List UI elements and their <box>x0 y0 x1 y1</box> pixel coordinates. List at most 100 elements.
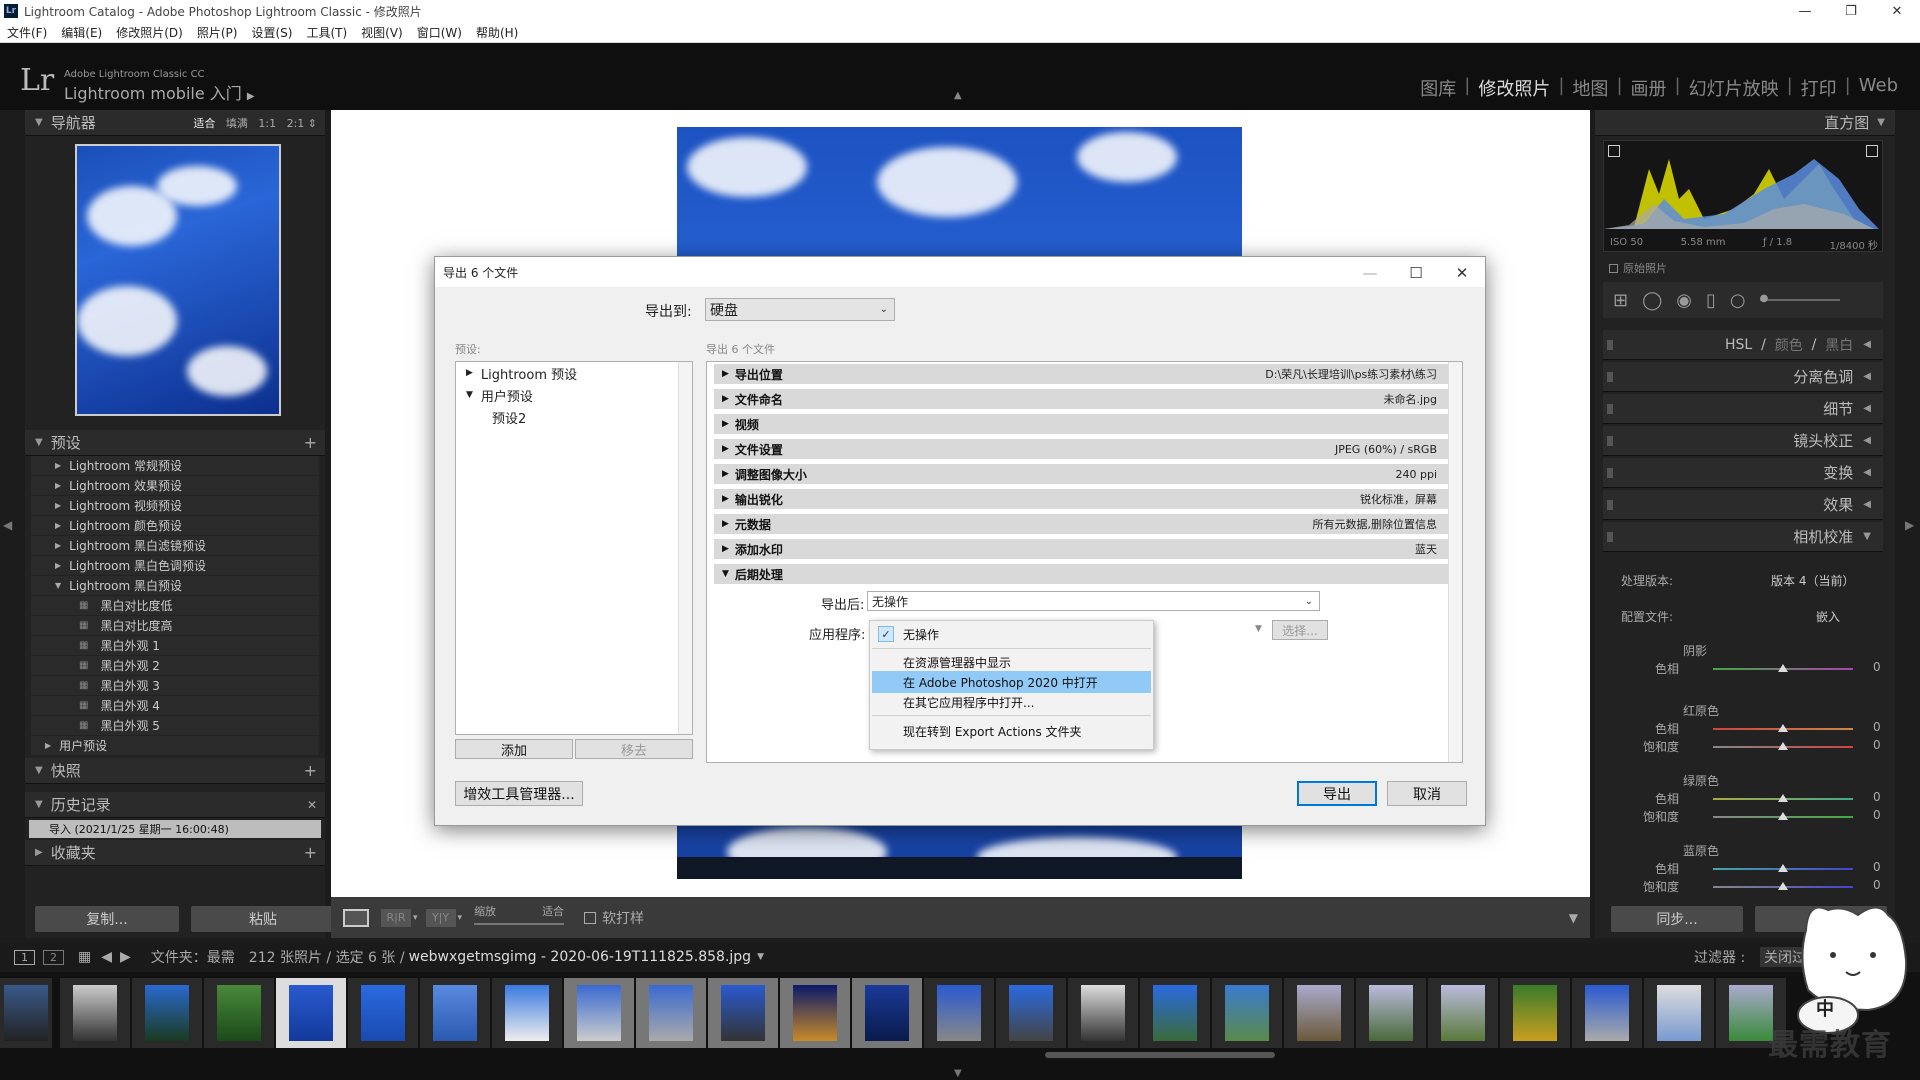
plugin-manager-button[interactable]: 增效工具管理器... <box>455 781 583 806</box>
remove-preset-button[interactable]: 移去 <box>575 739 693 759</box>
before-after-icon[interactable]: R|R <box>381 908 411 927</box>
snapshots-header[interactable]: ▼ 快照 + <box>25 758 325 784</box>
back-icon[interactable]: ◀ <box>101 949 112 965</box>
dialog-minimize-button[interactable]: — <box>1347 257 1393 288</box>
preset-group[interactable]: Lightroom 黑白色调预设 <box>31 556 319 576</box>
film-thumb[interactable] <box>1140 978 1210 1048</box>
histogram[interactable]: ISO 50 5.58 mm ƒ / 1.8 1/8400 秒 <box>1603 140 1883 252</box>
preset-item[interactable]: 黑白对比度高 <box>31 616 319 636</box>
slider-knob[interactable] <box>1778 864 1788 872</box>
film-thumb-selected[interactable] <box>636 978 706 1048</box>
module-book[interactable]: 画册 <box>1623 75 1675 101</box>
section-post-processing[interactable]: ▼ 后期处理 <box>714 564 1449 586</box>
process-select[interactable]: 版本 4（当前） <box>1771 572 1854 589</box>
add-preset-button[interactable]: 添加 <box>455 739 573 759</box>
maximize-button[interactable]: ❐ <box>1828 0 1874 22</box>
module-map[interactable]: 地图 <box>1564 75 1616 101</box>
film-thumb[interactable] <box>1068 978 1138 1048</box>
slider-value[interactable]: 0 <box>1873 660 1881 674</box>
section-file-naming[interactable]: ▶ 文件命名 未命名.jpg <box>714 389 1449 411</box>
filmstrip-scrollbar[interactable] <box>1045 1052 1275 1058</box>
zoom-slider[interactable] <box>474 922 565 925</box>
sync-button[interactable]: 同步... <box>1611 906 1743 932</box>
film-thumb[interactable] <box>420 978 490 1048</box>
section-video[interactable]: ▶ 视频 <box>714 414 1449 436</box>
effects-header[interactable]: 效果 ◀ <box>1603 490 1883 520</box>
current-file[interactable]: webwxgetmsgimg - 2020-06-19T111825.858.j… <box>409 949 752 965</box>
profile-select[interactable]: 嵌入 <box>1816 608 1840 625</box>
preset-item[interactable]: 黑白外观 3 <box>31 676 319 696</box>
color-tab[interactable]: 颜色 <box>1775 335 1803 355</box>
swap-chevron-icon[interactable]: ▾ <box>458 913 463 923</box>
menu-file[interactable]: 文件(F) <box>0 24 54 41</box>
menu-photo[interactable]: 照片(P) <box>190 24 245 41</box>
section-metadata[interactable]: ▶ 元数据 所有元数据,删除位置信息 <box>714 514 1449 536</box>
film-thumb[interactable] <box>204 978 274 1048</box>
zoom-control[interactable]: 缩放 适合 <box>474 903 565 933</box>
slider-knob[interactable] <box>1778 664 1788 672</box>
presets-header[interactable]: ▼ 预设 + <box>25 430 325 456</box>
dropdown-option-export-actions[interactable]: 现在转到 Export Actions 文件夹 <box>872 720 1151 742</box>
hsl-tab[interactable]: HSL <box>1725 337 1752 353</box>
history-entry[interactable]: 导入 (2021/1/25 星期一 16:00:48) <box>29 820 321 838</box>
choose-app-button[interactable]: 选择... <box>1272 620 1328 640</box>
tree-node-lightroom-presets[interactable]: ▶ Lightroom 预设 <box>456 362 692 384</box>
menu-window[interactable]: 窗口(W) <box>410 24 469 41</box>
grid-view-icon[interactable]: ▦ <box>78 949 91 965</box>
green-sat-slider[interactable] <box>1713 812 1853 820</box>
collapse-top-icon[interactable]: ▲ <box>954 90 962 101</box>
slider-knob[interactable] <box>1778 742 1788 750</box>
add-snapshot-icon[interactable]: + <box>304 761 317 780</box>
slider-knob[interactable] <box>1778 882 1788 890</box>
brush-slider[interactable]: ● <box>1759 293 1840 304</box>
module-web[interactable]: Web <box>1851 75 1906 101</box>
spot-removal-icon[interactable]: ◯ <box>1642 290 1662 311</box>
close-window-button[interactable]: ✕ <box>1874 0 1920 22</box>
green-hue-slider[interactable] <box>1713 794 1853 802</box>
zoom-2-1[interactable]: 2:1 <box>287 117 305 130</box>
film-thumb[interactable] <box>1644 978 1714 1048</box>
dropdown-option-open-photoshop[interactable]: 在 Adobe Photoshop 2020 中打开 <box>872 671 1151 693</box>
film-thumb[interactable] <box>996 978 1066 1048</box>
preset-group[interactable]: Lightroom 黑白滤镜预设 <box>31 536 319 556</box>
film-thumb[interactable] <box>0 978 52 1048</box>
slider-value[interactable]: 0 <box>1873 738 1881 752</box>
shadow-tint-slider[interactable] <box>1713 664 1853 672</box>
tree-scrollbar[interactable] <box>678 362 692 734</box>
paste-button[interactable]: 粘贴 <box>191 906 335 932</box>
softproof-checkbox[interactable] <box>584 911 597 924</box>
module-slideshow[interactable]: 幻灯片放映 <box>1681 75 1787 101</box>
film-thumb[interactable] <box>1356 978 1426 1048</box>
film-thumb[interactable] <box>348 978 418 1048</box>
film-thumb-selected[interactable] <box>780 978 850 1048</box>
section-watermark[interactable]: ▶ 添加水印 蓝天 <box>714 539 1449 561</box>
film-thumb-active[interactable] <box>276 978 346 1048</box>
menu-tools[interactable]: 工具(T) <box>299 24 354 41</box>
file-chevron-icon[interactable]: ▼ <box>757 952 764 962</box>
radial-filter-icon[interactable]: ○ <box>1730 290 1746 311</box>
tree-node-user-presets[interactable]: ▼ 用户预设 <box>456 384 692 406</box>
film-thumb[interactable] <box>1428 978 1498 1048</box>
graduated-filter-icon[interactable]: ▯ <box>1706 290 1716 311</box>
export-button[interactable]: 导出 <box>1297 781 1377 806</box>
film-thumb[interactable] <box>1572 978 1642 1048</box>
crop-tool-icon[interactable]: ⊞ <box>1613 290 1628 311</box>
shadow-clip-icon[interactable] <box>1608 145 1620 157</box>
film-thumb[interactable] <box>1284 978 1354 1048</box>
red-eye-icon[interactable]: ◉ <box>1676 290 1692 311</box>
section-output-sharpening[interactable]: ▶ 输出锐化 锐化标准，屏幕 <box>714 489 1449 511</box>
add-preset-icon[interactable]: + <box>304 433 317 452</box>
blue-sat-slider[interactable] <box>1713 882 1853 890</box>
film-thumb-selected[interactable] <box>852 978 922 1048</box>
film-thumb[interactable] <box>1212 978 1282 1048</box>
film-thumb[interactable] <box>492 978 562 1048</box>
navigator-preview[interactable] <box>75 144 281 416</box>
zoom-fit[interactable]: 适合 <box>193 117 215 130</box>
module-print[interactable]: 打印 <box>1793 75 1845 101</box>
add-collection-icon[interactable]: + <box>304 843 317 862</box>
film-thumb[interactable] <box>132 978 202 1048</box>
dialog-maximize-button[interactable]: ☐ <box>1393 257 1439 288</box>
slider-value[interactable]: 0 <box>1873 790 1881 804</box>
slider-value[interactable]: 0 <box>1873 860 1881 874</box>
forward-icon[interactable]: ▶ <box>120 949 131 965</box>
